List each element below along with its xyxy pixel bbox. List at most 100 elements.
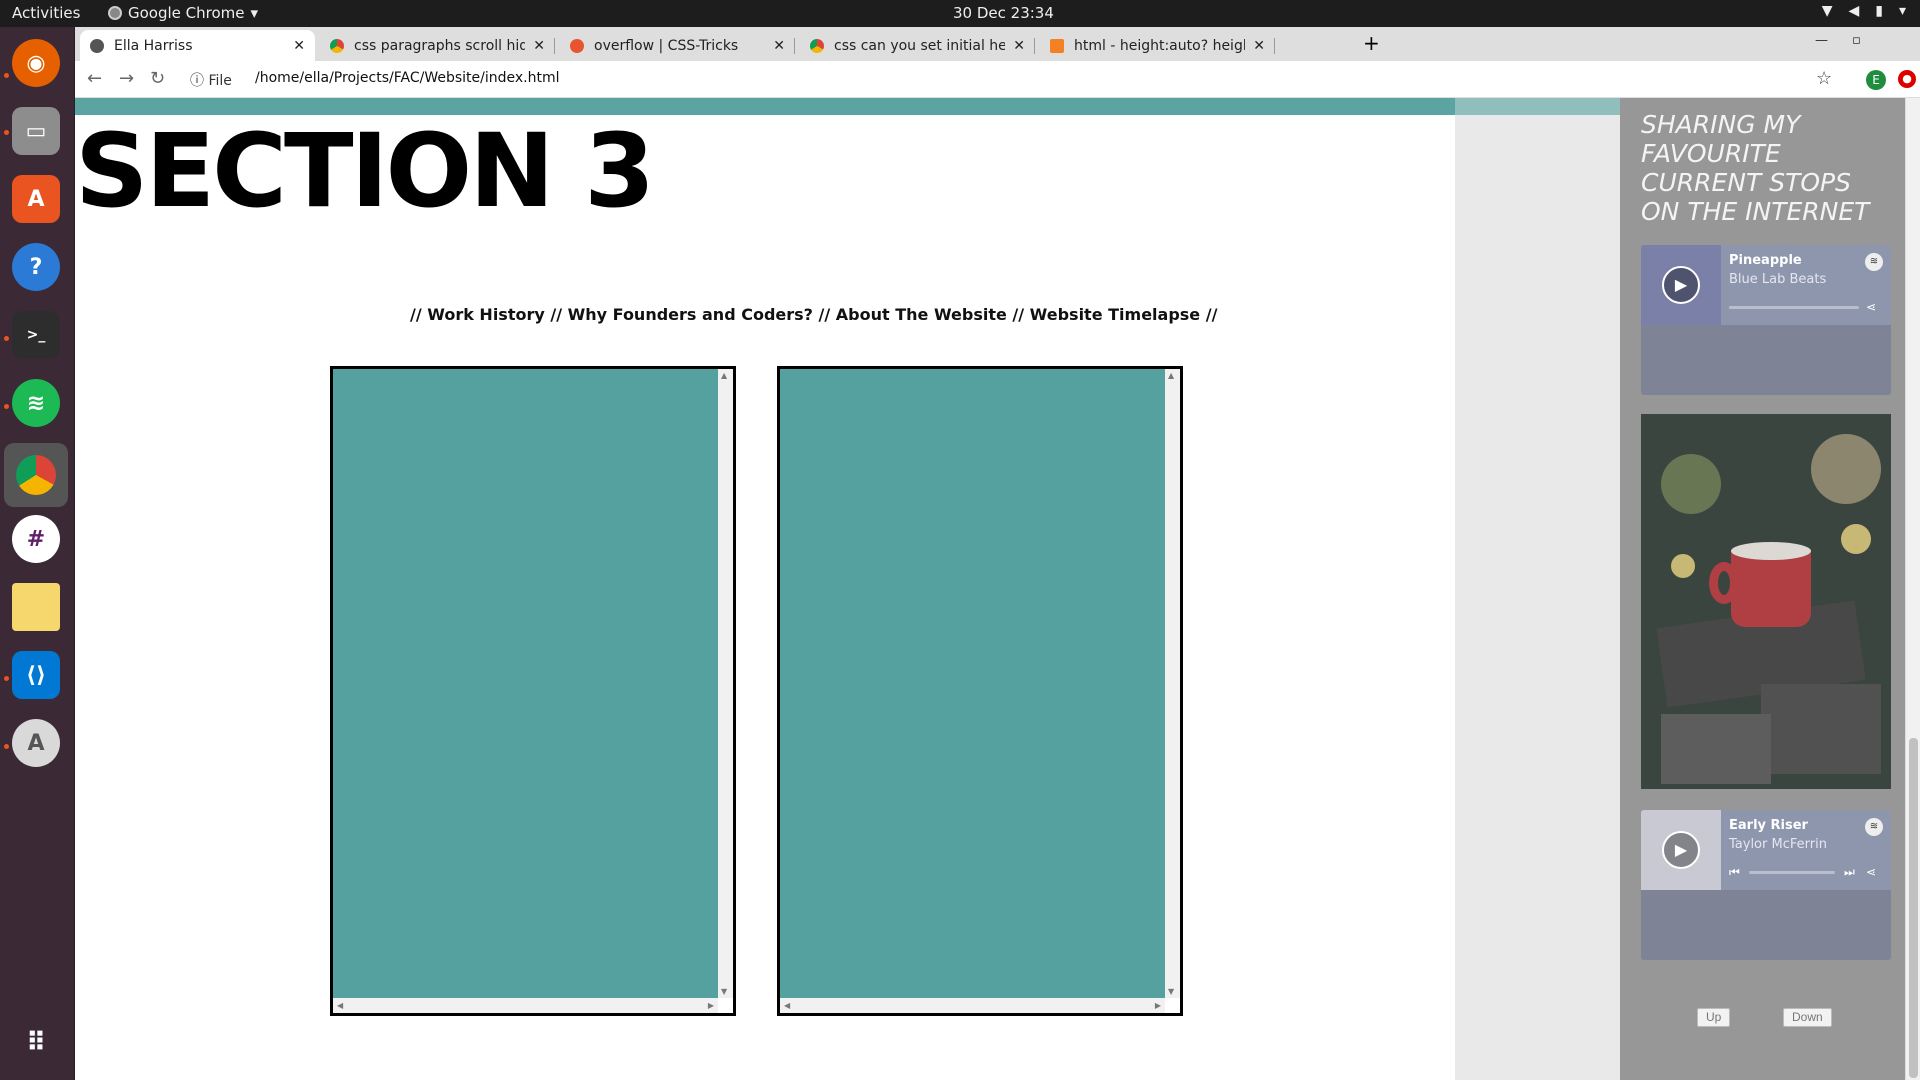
horizontal-scrollbar[interactable]: ◀ ▶ [780,998,1165,1013]
activities-button[interactable]: Activities [12,4,80,22]
address-bar-row: ← → ↻ ⓘ File /home/ella/Projects/FAC/Web… [75,61,1920,98]
forward-button[interactable]: → [119,68,134,89]
extension-icon[interactable]: ● [1898,70,1916,88]
tab-html-height-auto[interactable]: html - height:auto? height ✕ [1040,30,1275,61]
progress-bar[interactable] [1729,306,1859,309]
scroll-right-icon[interactable]: ▶ [708,1001,714,1010]
vertical-scrollbar[interactable]: ▲ ▼ [718,369,733,998]
terminal-icon[interactable]: >_ [12,311,60,359]
track-title[interactable]: Pineapple [1729,253,1802,268]
scroll-up-icon[interactable]: ▲ [1168,371,1174,380]
dock: ◉ ▭ A ? >_ ≋ # ⟨⟩ A ⠿ [0,27,75,1080]
new-tab-button[interactable]: + [1363,31,1380,55]
maximize-button[interactable]: ▫ [1852,33,1861,48]
spotify-icon[interactable]: ≋ [1865,818,1883,836]
bookmark-star-icon[interactable]: ☆ [1816,68,1832,89]
help-icon[interactable]: ? [12,243,60,291]
down-button[interactable]: Down [1783,1008,1832,1027]
tab-title: css paragraphs scroll hidd [354,37,526,54]
close-icon[interactable]: ✕ [773,38,785,54]
running-indicator [4,73,9,78]
url-field[interactable]: /home/ella/Projects/FAC/Website/index.ht… [255,70,559,86]
volume-icon: ◀ [1848,3,1860,19]
files-icon[interactable]: ▭ [12,107,60,155]
panel-content [333,369,718,998]
close-icon[interactable]: ✕ [1253,38,1265,54]
spotify-icon[interactable]: ≋ [12,379,60,427]
clock[interactable]: 30 Dec 23:34 [953,4,1054,22]
tab-separator [1274,38,1275,54]
scrollbar-thumb[interactable] [1909,738,1918,1078]
share-icon[interactable]: ⋖ [1866,300,1876,314]
back-button[interactable]: ← [87,68,102,89]
tab-title: overflow | CSS-Tricks [594,37,739,54]
chrome-icon [108,6,122,20]
globe-icon [90,38,104,53]
tab-overflow-css-tricks[interactable]: overflow | CSS-Tricks ✕ [560,30,795,61]
tab-strip: Ella Harriss ✕ css paragraphs scroll hidd… [75,27,1920,61]
notes-icon[interactable] [12,583,60,631]
play-icon[interactable]: ▶ [1662,266,1700,304]
close-icon[interactable]: ✕ [293,38,305,54]
spotify-player-early-riser[interactable]: ▶ Early Riser Taylor McFerrin ≋ ⏮ ⏭ ⋖ [1641,810,1891,960]
track-title[interactable]: Early Riser [1729,818,1808,833]
player-footer [1641,325,1891,395]
scroll-panel-right[interactable]: ▲ ▼ ◀ ▶ [777,366,1183,1016]
software-icon[interactable]: A [12,175,60,223]
track-artist[interactable]: Taylor McFerrin [1729,837,1827,852]
app-menu[interactable]: Google Chrome ▾ [108,4,258,22]
spotify-icon[interactable]: ≋ [1865,253,1883,271]
page-scrollbar[interactable] [1905,98,1920,1080]
tab-ella-harriss[interactable]: Ella Harriss ✕ [80,30,315,61]
tab-separator [1034,38,1035,54]
firefox-icon[interactable]: ◉ [12,39,60,87]
next-track-icon[interactable]: ⏭ [1844,865,1855,880]
page-viewport: SECTION 3 // Work History // Why Founder… [75,98,1905,1080]
vscode-icon[interactable]: ⟨⟩ [12,651,60,699]
scroll-panel-left[interactable]: ▲ ▼ ◀ ▶ [330,366,736,1016]
updater-icon[interactable]: A [12,719,60,767]
app-grid-icon[interactable]: ⠿ [12,1019,60,1067]
running-indicator [4,336,9,341]
tab-css-paragraphs[interactable]: css paragraphs scroll hidd ✕ [320,30,555,61]
section-nav[interactable]: // Work History // Why Founders and Code… [410,305,1217,324]
chrome-icon[interactable] [4,443,68,507]
tab-title: Ella Harriss [114,37,193,54]
scroll-down-icon[interactable]: ▼ [721,987,727,996]
system-top-bar: Activities Google Chrome ▾ 30 Dec 23:34 ▼… [0,0,1920,27]
running-indicator [4,130,9,135]
url-scheme: File [208,73,232,89]
slack-icon[interactable]: # [12,515,60,563]
panel-content [780,369,1165,998]
close-icon[interactable]: ✕ [533,38,545,54]
stackoverflow-icon [1050,38,1064,53]
site-info[interactable]: ⓘ File [190,70,232,90]
scroll-left-icon[interactable]: ◀ [784,1001,790,1010]
gray-column [1455,98,1620,1080]
reload-button[interactable]: ↻ [150,68,165,89]
play-icon[interactable]: ▶ [1662,831,1700,869]
wifi-icon: ▼ [1821,3,1833,19]
tab-title: html - height:auto? height [1074,37,1246,54]
scroll-down-icon[interactable]: ▼ [1168,987,1174,996]
tab-css-initial-height[interactable]: css can you set initial heig ✕ [800,30,1035,61]
vertical-scrollbar[interactable]: ▲ ▼ [1165,369,1180,998]
minimize-button[interactable]: — [1815,33,1828,48]
system-tray[interactable]: ▼ ◀ ▮ ▾ [1822,3,1906,19]
scroll-up-icon[interactable]: ▲ [721,371,727,380]
close-icon[interactable]: ✕ [1013,38,1025,54]
share-icon[interactable]: ⋖ [1866,865,1876,879]
horizontal-scrollbar[interactable]: ◀ ▶ [333,998,718,1013]
previous-track-icon[interactable]: ⏮ [1729,865,1740,880]
info-icon: ⓘ [190,73,204,89]
tab-title: css can you set initial heig [834,37,1006,54]
tab-separator [554,38,555,54]
track-artist[interactable]: Blue Lab Beats [1729,272,1826,287]
progress-bar[interactable] [1749,871,1835,874]
profile-avatar[interactable]: E [1866,70,1886,90]
scroll-left-icon[interactable]: ◀ [337,1001,343,1010]
spotify-player-pineapple[interactable]: ▶ Pineapple Blue Lab Beats ≋ ⋖ [1641,245,1891,395]
up-button[interactable]: Up [1697,1008,1731,1027]
scroll-corner [1165,998,1180,1013]
scroll-right-icon[interactable]: ▶ [1155,1001,1161,1010]
